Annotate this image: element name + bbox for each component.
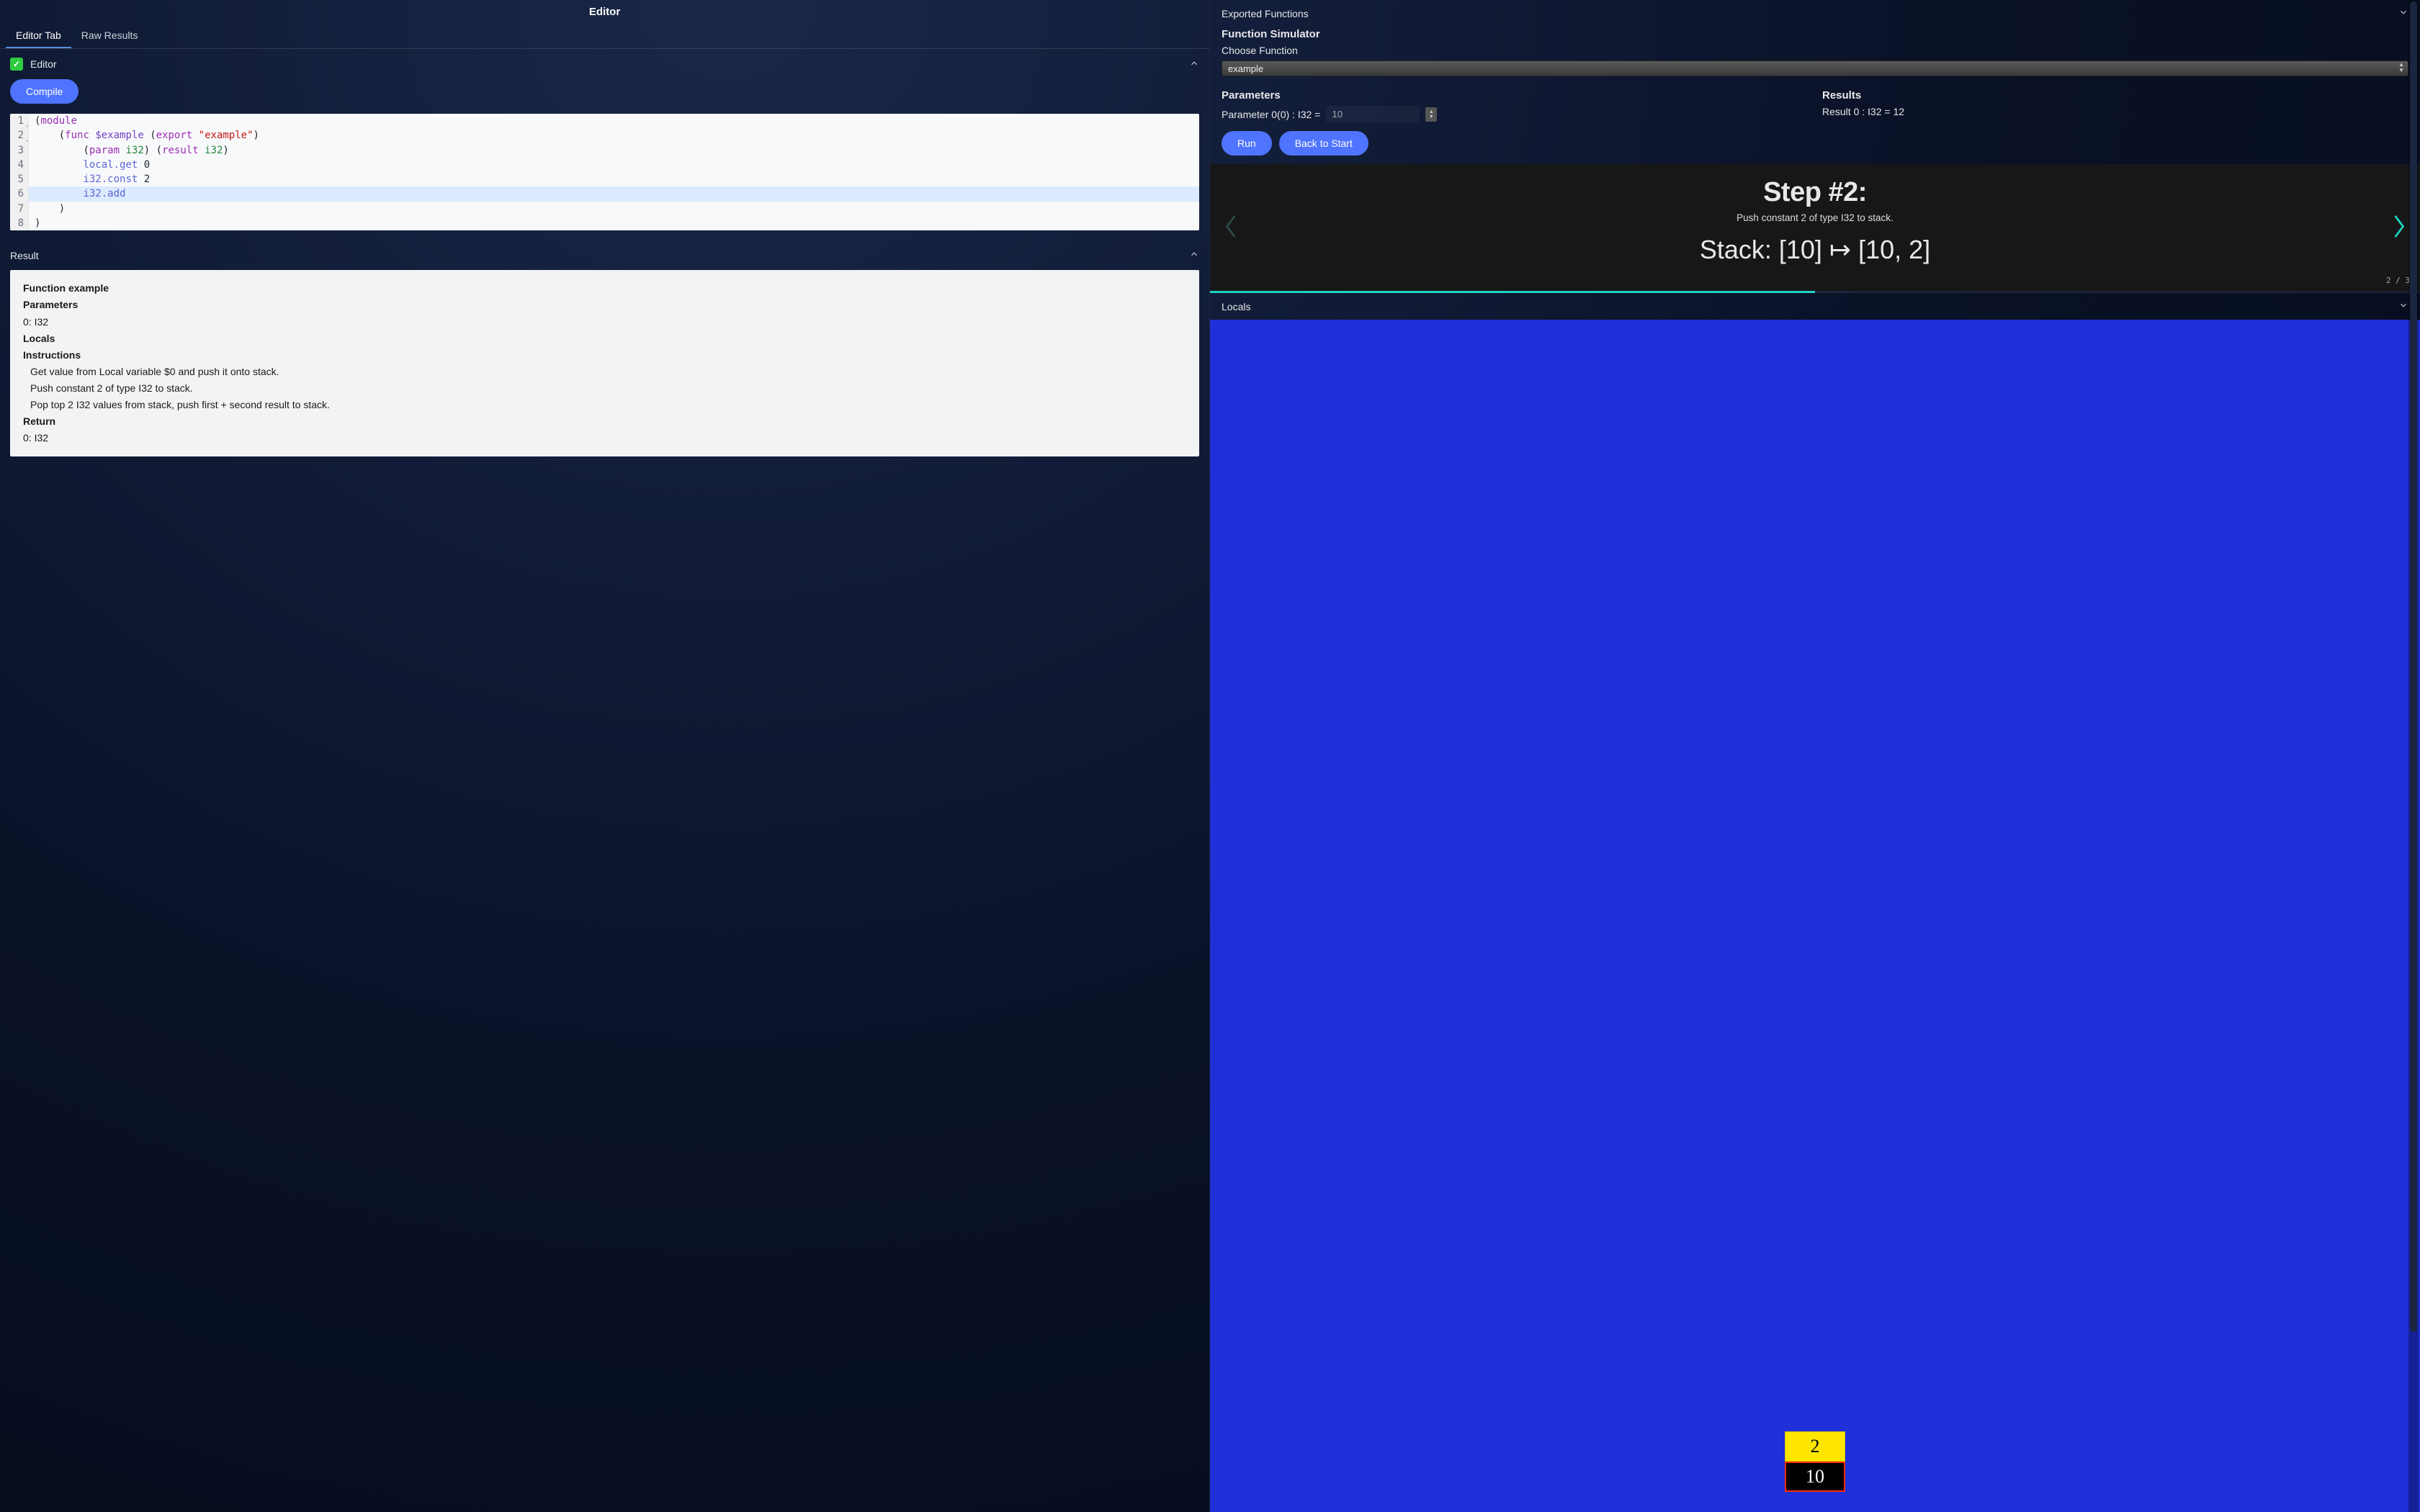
parameters-heading: Parameters <box>1222 89 1808 102</box>
parameter-stepper[interactable]: ▲▼ <box>1425 107 1437 122</box>
parameter-0-input[interactable] <box>1326 106 1420 122</box>
choose-function-label: Choose Function <box>1210 43 2420 60</box>
chevron-up-icon <box>1189 58 1199 71</box>
result-section-label: Result <box>10 250 39 261</box>
chevron-up-icon <box>1189 249 1199 261</box>
result-0-value: Result 0 : I32 = 12 <box>1822 106 2408 117</box>
stack-transition: Stack: [10] ↦ [10, 2] <box>1210 235 2420 265</box>
scrollbar-thumb[interactable] <box>2410 1 2417 1332</box>
simulator-stage: Step #2: Push constant 2 of type I32 to … <box>1210 164 2420 291</box>
parameter-0-label: Parameter 0(0) : I32 = <box>1222 109 1320 120</box>
back-to-start-button[interactable]: Back to Start <box>1279 131 1368 156</box>
result-output: Function example Parameters 0: I32 Local… <box>10 270 1199 456</box>
results-heading: Results <box>1822 89 2408 102</box>
tab-editor[interactable]: Editor Tab <box>6 24 71 48</box>
locals-label: Locals <box>1222 301 1250 312</box>
stack-cell-bottom: 10 <box>1785 1462 1845 1492</box>
prev-step-button[interactable] <box>1217 207 1245 249</box>
editor-pane-title: Editor <box>0 0 1209 24</box>
editor-enabled-checkbox[interactable]: ✓ <box>10 58 23 71</box>
step-counter: 2 / 3 <box>2386 276 2410 285</box>
function-select-value: example <box>1228 63 1263 74</box>
chevron-down-icon <box>2398 300 2408 312</box>
stack-visualization-canvas: 2 10 <box>1210 320 2420 1512</box>
chevron-down-icon <box>2398 7 2408 19</box>
tab-raw-results[interactable]: Raw Results <box>71 24 148 48</box>
locals-header[interactable]: Locals <box>1210 293 2420 320</box>
compile-button[interactable]: Compile <box>10 79 79 104</box>
step-description: Push constant 2 of type I32 to stack. <box>1210 212 2420 223</box>
stack-cell-top: 2 <box>1785 1431 1845 1462</box>
editor-tabs: Editor Tab Raw Results <box>0 24 1209 49</box>
editor-section-header[interactable]: ✓ Editor <box>0 49 1209 79</box>
step-title: Step #2: <box>1210 177 2420 208</box>
scrollbar[interactable] <box>2408 0 2419 1512</box>
result-section-header[interactable]: Result <box>0 240 1209 270</box>
code-editor[interactable]: 1⌄(module 2⌄ (func $example (export "exa… <box>10 114 1199 230</box>
exported-functions-header[interactable]: Exported Functions <box>1210 0 2420 27</box>
function-select[interactable]: example <box>1222 60 2408 76</box>
editor-section-label: Editor <box>30 58 57 70</box>
run-button[interactable]: Run <box>1222 131 1272 156</box>
exported-functions-label: Exported Functions <box>1222 8 1309 19</box>
select-arrows-icon: ▲▼ <box>2398 62 2404 73</box>
simulator-title: Function Simulator <box>1210 27 2420 43</box>
